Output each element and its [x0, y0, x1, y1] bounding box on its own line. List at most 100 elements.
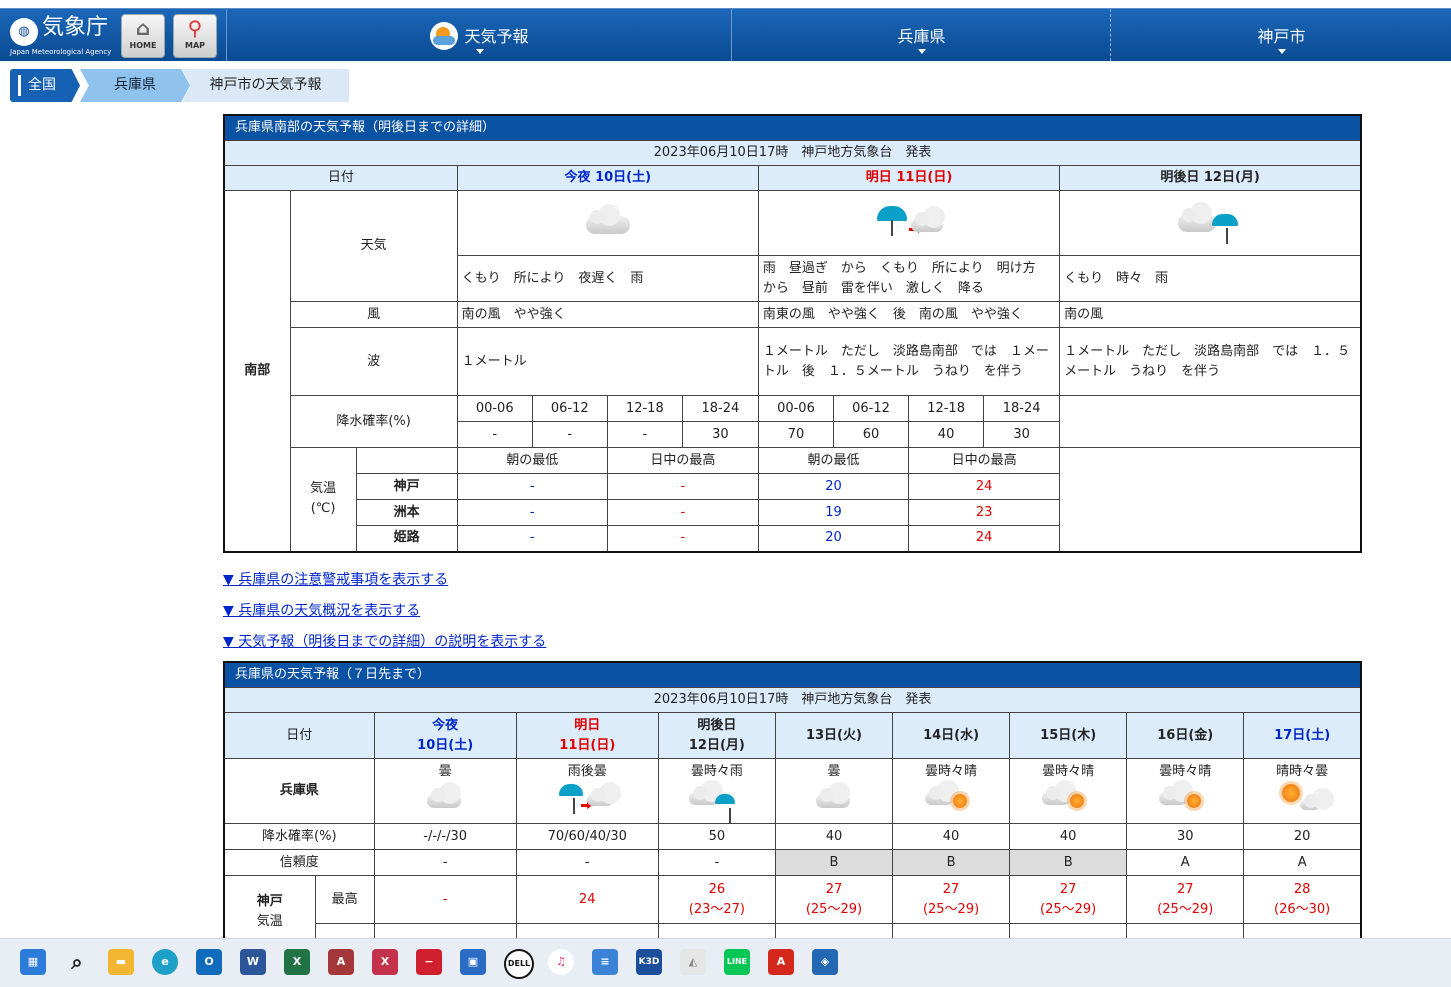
pop-time: 00-06	[757, 395, 834, 422]
link-overview[interactable]: ▼ 兵庫県の天気概況を表示する	[223, 600, 420, 620]
rain-then-cloud-icon	[555, 781, 622, 814]
weekly-pop-label: 降水確率(%)	[223, 823, 375, 850]
k3d-icon[interactable]: K3D	[636, 949, 662, 975]
temp-head: 日中の最高	[606, 447, 759, 474]
word-icon[interactable]: W	[240, 949, 266, 975]
outlook-icon[interactable]: O	[196, 949, 222, 975]
excel-icon[interactable]: X	[284, 949, 310, 975]
weather-label: 曇時々晴	[1159, 763, 1212, 779]
chevron-down-icon	[475, 49, 484, 54]
weather-label: 曇	[438, 763, 452, 779]
home-button[interactable]: ⌂ HOME	[121, 14, 165, 58]
cloud-sometimes-rain-icon	[1178, 200, 1242, 244]
store-icon[interactable]: ▣	[460, 949, 486, 975]
weekly-max: 27 (25～29)	[892, 875, 1011, 924]
pop-time: 06-12	[531, 395, 608, 422]
itunes-icon[interactable]: ♫	[548, 949, 574, 975]
temp-city: 神戸	[355, 473, 458, 500]
temp-corner	[355, 447, 458, 474]
notepad-icon[interactable]: ≡	[592, 949, 618, 975]
wind-dayafter: 南の風	[1059, 301, 1362, 328]
weekly-max: -	[373, 875, 517, 924]
weather-label: 曇時々雨	[690, 763, 743, 779]
weekly-day: 15日(木)	[1009, 712, 1128, 759]
weekly-pref: 兵庫県	[223, 758, 375, 824]
pop-empty	[1059, 395, 1362, 448]
breadcrumb-prefecture[interactable]: 兵庫県	[80, 69, 190, 102]
wave-tomorrow: １メートル ただし 淡路島南部 では １メートル 後 １．５メートル うねり を…	[757, 327, 1061, 396]
nav-prefecture[interactable]: 兵庫県	[731, 9, 1111, 61]
day-l1: 明後日	[697, 717, 737, 733]
weather-text-dayafter: くもり 時々 雨	[1059, 255, 1362, 302]
weekly-pop: 40	[892, 823, 1011, 850]
detail-issued: 2023年06月10日17時 神戸地方気象台 発表	[223, 140, 1362, 166]
weekly-weather: 曇時々晴	[892, 758, 1011, 824]
home-label: HOME	[129, 41, 157, 50]
weekly-rel: -	[657, 849, 776, 876]
link-explanation[interactable]: ▼ 天気予報（明後日までの詳細）の説明を表示する	[223, 631, 546, 651]
line-icon[interactable]: LINE	[724, 949, 750, 975]
row-wind-label: 風	[289, 301, 458, 328]
temp-label: 気温	[310, 481, 337, 497]
weather-label: 曇時々晴	[1042, 763, 1095, 779]
weekly-pop: 20	[1243, 823, 1362, 850]
day-l1: 明日	[574, 717, 601, 733]
temp-head: 朝の最低	[757, 447, 910, 474]
weekly-day: 14日(水)	[892, 712, 1011, 759]
jma-logo[interactable]: ◍ 気象庁 Japan Meteorological Agency	[8, 14, 116, 56]
temp-value: 20	[757, 525, 910, 552]
pop-value: 70	[757, 421, 834, 448]
link-warnings[interactable]: ▼ 兵庫県の注意警戒事項を表示する	[223, 569, 448, 589]
explorer-icon[interactable]: ▬	[108, 949, 134, 975]
map-button[interactable]: ⚲ MAP	[173, 14, 217, 58]
app-icon[interactable]: ◈	[812, 949, 838, 975]
access-icon[interactable]: A	[328, 949, 354, 975]
weather-text-today: くもり 所により 夜遅く 雨	[456, 255, 759, 302]
nav-city[interactable]: 神戸市	[1110, 9, 1451, 61]
pop-value: 30	[983, 421, 1061, 448]
city-sub: 気温	[256, 914, 283, 930]
temp-head: 朝の最低	[456, 447, 608, 474]
weekly-rel: A	[1126, 849, 1245, 876]
map-label: MAP	[184, 41, 205, 50]
site-header: ◍ 気象庁 Japan Meteorological Agency ⌂ HOME…	[0, 8, 1451, 61]
app-icon[interactable]: ◭	[680, 949, 706, 975]
pop-time: 12-18	[908, 395, 985, 422]
nav-forecast-label: 天気予報	[464, 27, 529, 46]
app-icon[interactable]: X	[372, 949, 398, 975]
max-range: (26～30)	[1274, 901, 1331, 917]
day-l2: 12日(月)	[688, 737, 745, 753]
weekly-weather: 曇	[373, 758, 517, 824]
weekly-day: 13日(火)	[774, 712, 894, 759]
weather-text-tomorrow: 雨 昼過ぎ から くもり 所により 明け方 から 昼前 雷を伴い 激しく 降る	[757, 255, 1061, 302]
max-value: 27	[825, 881, 843, 897]
app-icon[interactable]: −	[416, 949, 442, 975]
row-temp-label: 気温 (℃)	[289, 447, 357, 552]
search-icon[interactable]: ⌕	[64, 949, 90, 975]
logo-subtext: Japan Meteorological Agency	[10, 48, 112, 56]
wave-dayafter: １メートル ただし 淡路島南部 では １．５メートル うねり を伴う	[1059, 327, 1362, 396]
pop-time: 12-18	[606, 395, 683, 422]
weekly-rel-label: 信頼度	[223, 849, 375, 876]
dell-icon[interactable]: DELL	[504, 949, 534, 979]
weekly-max: 27 (25～29)	[1009, 875, 1128, 924]
temp-value: 24	[908, 473, 1061, 500]
weekly-rel: B	[774, 849, 894, 876]
weather-icon-tomorrow	[757, 190, 1061, 256]
start-icon[interactable]: ▦	[20, 949, 46, 975]
cloud-sometimes-sun-icon	[1036, 779, 1100, 814]
nav-forecast[interactable]: 天気予報	[226, 9, 732, 61]
max-range: (25～29)	[805, 901, 863, 917]
weekly-rel: A	[1243, 849, 1362, 876]
acrobat-icon[interactable]: A	[768, 949, 794, 975]
weekly-rel: -	[373, 849, 517, 876]
breadcrumb-all[interactable]: 全国	[10, 69, 80, 102]
edge-icon[interactable]: e	[152, 949, 178, 975]
day-l2: 11日(日)	[559, 737, 616, 753]
weather-label: 雨後曇	[567, 763, 607, 779]
max-value: 26	[708, 881, 726, 897]
weekly-weather: 曇	[774, 758, 894, 824]
nav-prefecture-label: 兵庫県	[897, 27, 946, 46]
cloud-sometimes-rain-icon	[685, 779, 749, 823]
wind-tomorrow: 南東の風 やや強く 後 南の風 やや強く	[757, 301, 1061, 328]
